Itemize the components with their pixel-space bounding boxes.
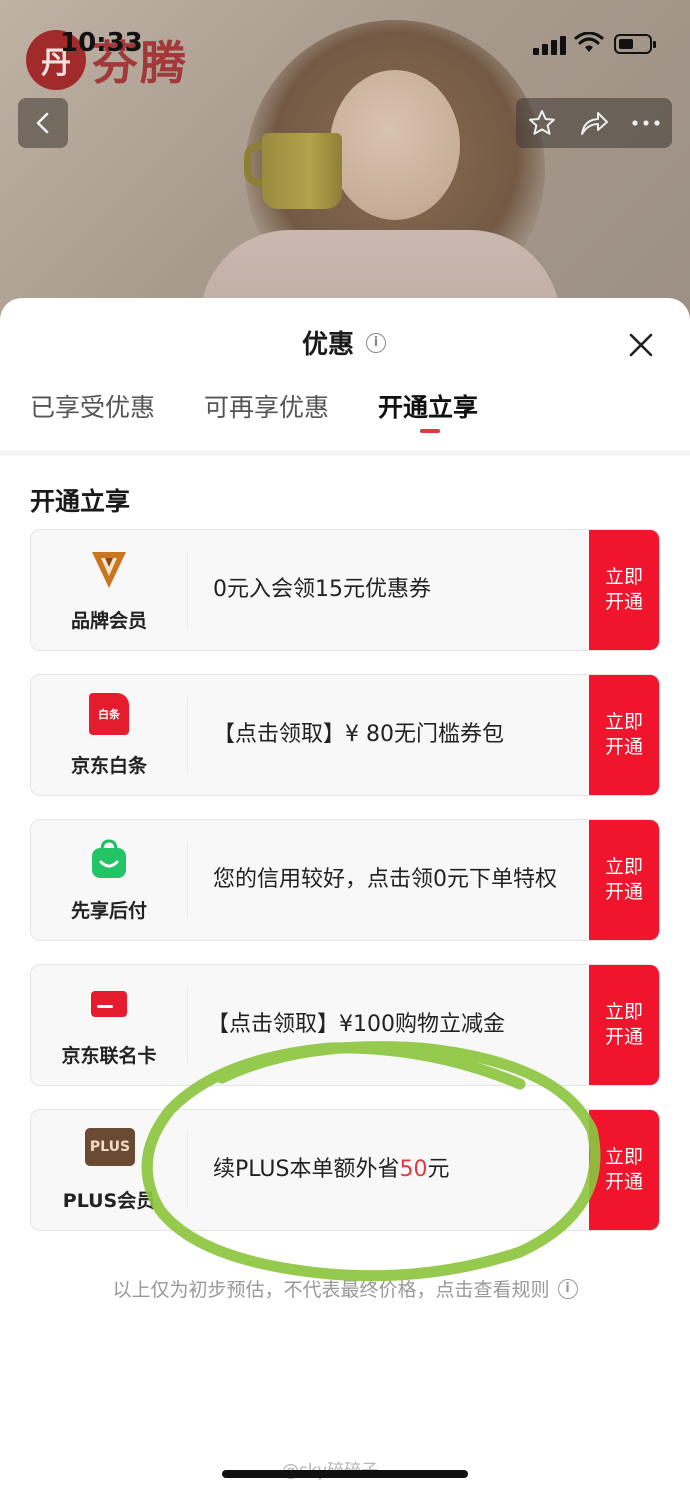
- plus-badge-label: PLUS: [89, 1139, 131, 1155]
- open-now-button[interactable]: 立即 开通: [589, 675, 659, 795]
- button-line-2: 开通: [604, 1171, 643, 1193]
- card-separator: [187, 552, 188, 628]
- baitiao-icon-label: 白条: [98, 708, 120, 721]
- card-separator: [187, 697, 188, 773]
- card-name: 品牌会员: [70, 610, 147, 632]
- info-icon: i: [557, 1278, 578, 1299]
- card-icon-area: 京东联名卡: [31, 965, 187, 1085]
- active-tab-indicator: [420, 429, 440, 433]
- card-name: PLUS会员: [62, 1190, 156, 1212]
- card-separator: [187, 987, 188, 1063]
- star-icon: [529, 110, 555, 135]
- card-icon-area: 白条 京东白条: [31, 675, 187, 795]
- sheet-title: 优惠: [302, 330, 355, 360]
- saving-amount: 50: [399, 1157, 428, 1182]
- footnote-text: 以上仅为初步预估，不代表最终价格，点击查看规则: [112, 1279, 550, 1301]
- more-dots-icon: [632, 120, 660, 126]
- button-line-1: 立即: [604, 1146, 643, 1168]
- signal-icon: [533, 36, 566, 55]
- wifi-icon: [574, 32, 604, 52]
- share-icon: [581, 112, 608, 135]
- home-indicator[interactable]: [222, 1470, 468, 1478]
- button-line-1: 立即: [604, 711, 643, 733]
- card-name: 京东白条: [70, 755, 147, 777]
- button-line-2: 开通: [604, 591, 643, 613]
- card-icon-area: 品牌会员: [31, 530, 187, 650]
- rules-footnote[interactable]: 以上仅为初步预估，不代表最终价格，点击查看规则 i: [0, 1275, 690, 1302]
- info-icon[interactable]: i: [366, 332, 387, 353]
- share-button[interactable]: [576, 105, 612, 141]
- section-title: 开通立享: [30, 487, 131, 516]
- plus-badge-icon: PLUS: [85, 1128, 135, 1166]
- back-button[interactable]: [18, 98, 68, 148]
- discount-sheet: 优惠 i 已享受优惠 可再享优惠 开通立享 开通立享 品牌会员 0元入会领15元…: [0, 298, 690, 1493]
- desc-suffix: 元: [427, 1157, 450, 1182]
- credit-card-icon: [91, 991, 127, 1017]
- battery-icon: [614, 34, 656, 54]
- button-line-2: 开通: [604, 1026, 643, 1048]
- status-time: 10:33: [60, 28, 143, 58]
- card-name: 先享后付: [70, 900, 147, 922]
- button-line-1: 立即: [604, 1001, 643, 1023]
- card-description: 【点击领取】¥ 80无门槛券包: [213, 722, 504, 747]
- button-line-2: 开通: [604, 881, 643, 903]
- close-button[interactable]: [624, 328, 658, 362]
- open-now-button[interactable]: 立即 开通: [589, 820, 659, 940]
- card-description: 续PLUS本单额外省 50 元: [213, 1110, 583, 1230]
- tab-open-now[interactable]: 开通立享: [378, 388, 478, 424]
- button-line-2: 开通: [604, 736, 643, 758]
- card-icon-area: 先享后付: [31, 820, 187, 940]
- status-bar: 10:33: [0, 22, 690, 66]
- offer-card-plus-member[interactable]: PLUS PLUS会员 续PLUS本单额外省 50 元 立即 开通: [30, 1109, 660, 1231]
- more-button[interactable]: [628, 105, 664, 141]
- brand-v-icon: [92, 552, 126, 588]
- section-divider: [0, 450, 690, 456]
- card-separator: [187, 1132, 188, 1208]
- baitiao-icon: 白条: [89, 693, 129, 735]
- offer-card-baitiao[interactable]: 白条 京东白条 【点击领取】¥ 80无门槛券包 立即 开通: [30, 674, 660, 796]
- offer-card-pay-later[interactable]: 先享后付 您的信用较好，点击领0元下单特权 立即 开通: [30, 819, 660, 941]
- chevron-left-icon: [36, 112, 49, 134]
- card-separator: [187, 842, 188, 918]
- open-now-button[interactable]: 立即 开通: [589, 1110, 659, 1230]
- open-now-button[interactable]: 立即 开通: [589, 530, 659, 650]
- desc-prefix: 续PLUS本单额外省: [213, 1157, 400, 1182]
- card-icon-area: PLUS PLUS会员: [31, 1110, 187, 1230]
- mug: [262, 133, 342, 209]
- offer-card-cobrand-card[interactable]: 京东联名卡 【点击领取】¥100购物立减金 立即 开通: [30, 964, 660, 1086]
- open-now-button[interactable]: 立即 开通: [589, 965, 659, 1085]
- card-description: 您的信用较好，点击领0元下单特权: [213, 867, 557, 892]
- card-name: 京东联名卡: [61, 1045, 157, 1067]
- sheet-title-group: 优惠 i: [302, 324, 387, 361]
- model-face: [330, 70, 460, 220]
- shopping-bag-icon: [92, 839, 126, 878]
- offer-card-brand-member[interactable]: 品牌会员 0元入会领15元优惠券 立即 开通: [30, 529, 660, 651]
- tab-available[interactable]: 可再享优惠: [204, 388, 329, 424]
- favorite-button[interactable]: [524, 105, 560, 141]
- button-line-1: 立即: [604, 856, 643, 878]
- tab-enjoyed[interactable]: 已享受优惠: [30, 388, 155, 424]
- card-description: 【点击领取】¥100购物立减金: [207, 1012, 505, 1037]
- tab-bar: 已享受优惠 可再享优惠 开通立享: [0, 388, 690, 444]
- button-line-1: 立即: [604, 566, 643, 588]
- card-description: 0元入会领15元优惠券: [213, 577, 431, 602]
- top-actions-bar: [516, 98, 672, 148]
